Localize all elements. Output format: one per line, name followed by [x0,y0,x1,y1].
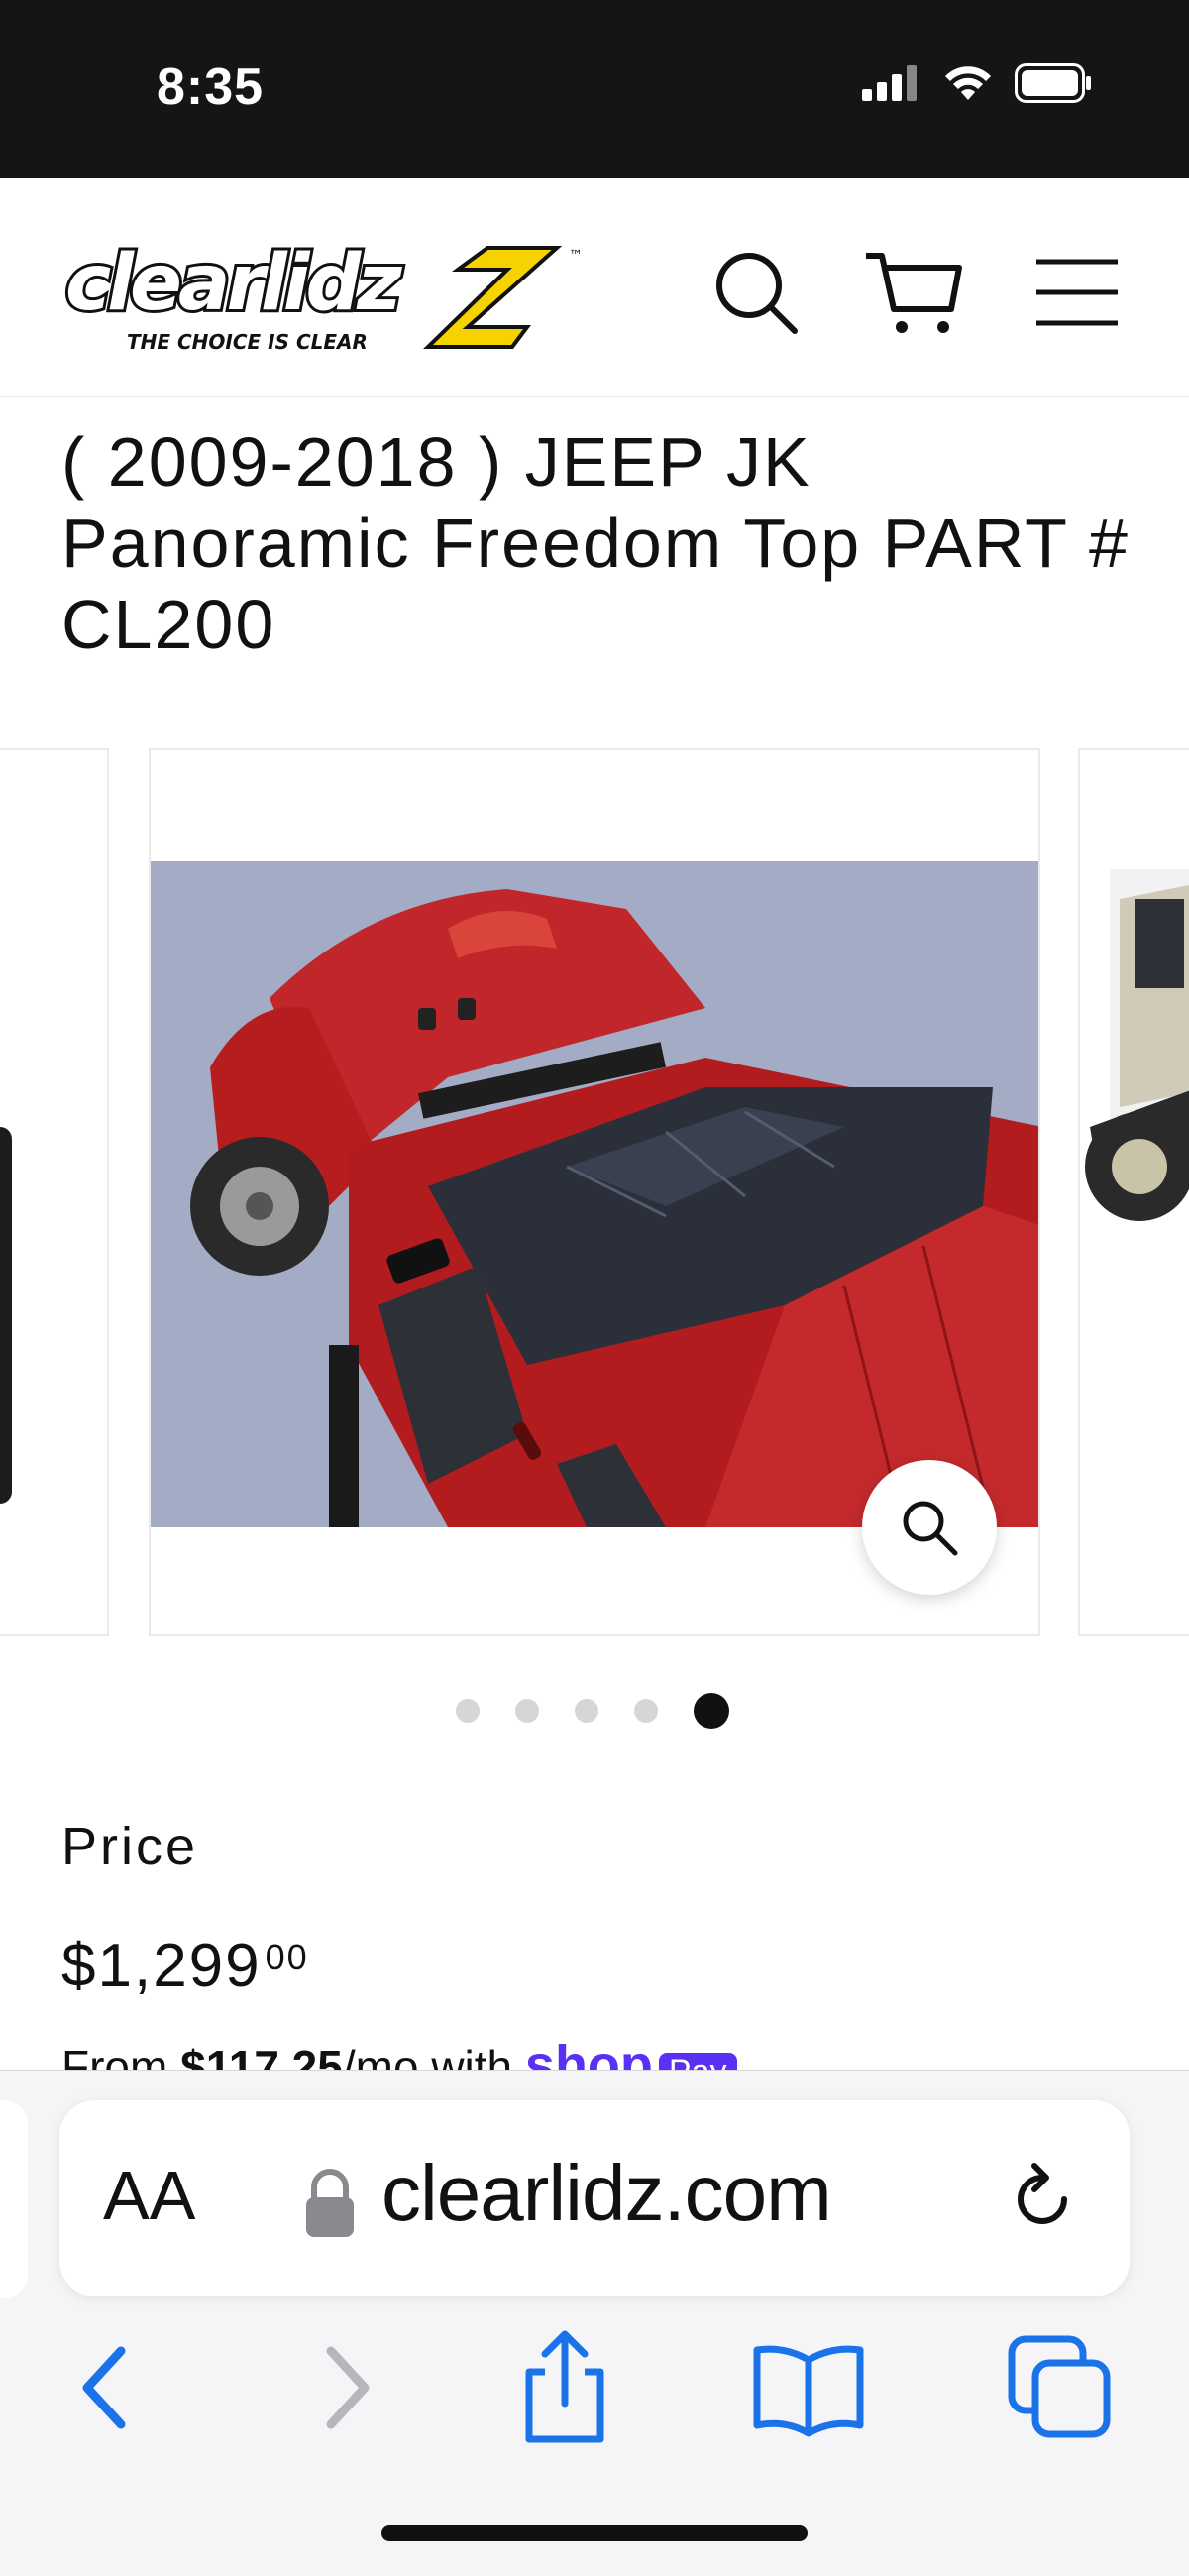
installments-prefix: From [61,2041,181,2070]
price-cents: 00 [265,1937,309,1977]
price-amount: $1,299 [61,1932,262,2000]
logo-trademark: ™ [569,248,583,264]
carousel-pagination [456,1693,729,1729]
product-price: $1,299 00 [61,1931,309,2001]
shoppay-logo[interactable]: shop [525,2035,653,2070]
previous-tab-edge[interactable] [0,2100,28,2298]
clearlidz-logo[interactable]: clearlidz clearlidz THE CHOICE IS CLEAR … [61,236,587,357]
logo-graphic: clearlidz clearlidz THE CHOICE IS CLEAR … [62,236,583,354]
wifi-icon [945,66,991,100]
cellular-signal-icon [862,65,917,101]
pagination-dot[interactable] [575,1699,598,1723]
address-bar[interactable]: AA clearlidz.com [59,2100,1130,2296]
battery-icon [1015,63,1091,103]
bookmarks-button[interactable] [749,2328,868,2447]
previous-slide-image [0,1127,12,1504]
back-icon [82,2346,126,2429]
forward-icon [326,2346,370,2429]
menu-button[interactable] [1032,248,1122,337]
carousel-slide-next[interactable] [1078,748,1189,1636]
pagination-dot[interactable] [515,1699,539,1723]
next-slide-image [1085,869,1189,1221]
lock-icon [306,2169,354,2237]
status-time: 8:35 [157,58,265,116]
site-header: clearlidz clearlidz THE CHOICE IS CLEAR … [0,178,1189,397]
product-title: ( 2009-2018 ) JEEP JK Panoramic Freedom … [61,423,1130,663]
search-button[interactable] [711,248,801,337]
url-text[interactable]: clearlidz.com [381,2148,832,2239]
share-button[interactable] [505,2328,624,2447]
text-size-button[interactable]: AA [103,2156,195,2235]
forward-button[interactable] [287,2328,406,2447]
cart-button[interactable] [864,248,963,337]
zoom-image-button[interactable] [862,1460,997,1595]
pagination-dot[interactable] [634,1699,658,1723]
logo-tagline: THE CHOICE IS CLEAR [127,330,368,354]
pagination-dot-active[interactable] [694,1693,729,1729]
menu-icon [1036,259,1118,326]
home-indicator [381,2525,808,2541]
installments-text: From $117.25/mo with shop Pay [61,2034,1151,2070]
back-button[interactable] [46,2328,164,2447]
price-label: Price [61,1817,199,1876]
carousel-slide-previous[interactable] [0,748,109,1636]
status-icons [862,63,1094,103]
logo-wordmark-fill: clearlidz [65,239,402,328]
bookmarks-icon [753,2345,864,2437]
shoppay-badge: Pay [658,2053,737,2070]
pagination-dot[interactable] [456,1699,480,1723]
reload-icon[interactable] [1003,2160,1082,2239]
product-image-carousel[interactable] [0,748,1189,1638]
installments-suffix: /mo with [342,2041,525,2070]
tabs-button[interactable] [1001,2328,1120,2447]
browser-chrome: AA clearlidz.com [0,2070,1189,2576]
tabs-icon [1008,2335,1111,2438]
cart-icon [866,253,962,333]
status-bar: 8:35 [0,0,1189,178]
zoom-icon [903,1501,958,1556]
installments-amount: $117.25 [180,2041,343,2070]
search-icon [716,253,798,334]
share-icon [525,2330,604,2443]
